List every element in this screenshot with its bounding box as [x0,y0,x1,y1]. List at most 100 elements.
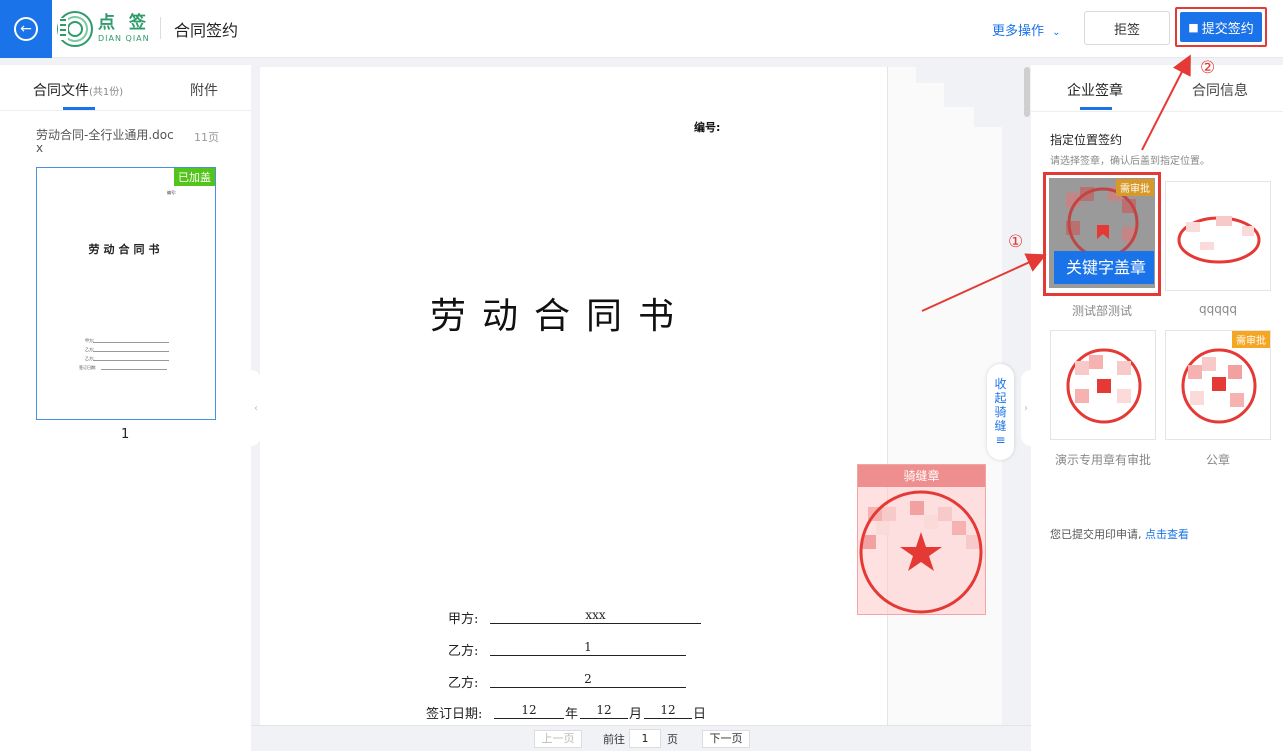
document-title: 劳动合同书 [429,296,690,337]
page-number-input[interactable]: 1 [629,729,661,748]
submit-highlight-box: ■ 提交签约 [1175,7,1267,47]
seal-name: 测试部测试 [1071,304,1132,318]
more-operations-dropdown[interactable]: 更多操作 ⌄ [992,20,1061,39]
needs-approval-badge: 需审批 [1116,179,1154,196]
seal-card-official[interactable]: 需审批 [1165,330,1271,440]
tab-divider [1031,111,1283,112]
seal-name: 演示专用章有审批 [1054,453,1151,467]
view-application-link[interactable]: 点击查看 [1145,528,1189,541]
selected-seal-highlight: 需审批 关键字盖章 [1043,172,1161,296]
document-number-label: 编号: [694,121,721,134]
riding-seal[interactable]: 骑缝章 [857,464,986,615]
tab-contract-info[interactable]: 合同信息 [1192,80,1248,100]
party-b-value: 1 [490,640,686,656]
collapse-riding-seal-button[interactable]: 收起骑缝 ≡ [987,364,1014,460]
sign-date-month: 12 [580,703,628,719]
active-tab-indicator [63,107,95,110]
menu-lines-icon: ≡ [995,433,1006,447]
header-divider [160,17,161,39]
sign-date-day: 12 [644,703,692,719]
day-char: 日 [693,707,707,722]
left-tabs: 合同文件(共1份) 附件 [0,65,251,111]
stamped-badge: 已加盖 [174,168,215,186]
logo: 点 签 DIAN QIAN [56,10,150,48]
page-stack-edge [914,83,944,725]
right-panel: 企业签章 合同信息 指定位置签约 请选择签章，确认后盖到指定位置。 需审批 关键… [1031,65,1283,751]
page-title: 合同签约 [174,21,239,40]
seal-card-demo[interactable] [1050,330,1156,440]
thumbnail-title: 劳动合同书 [88,243,164,256]
top-header: ← 点 签 DIAN QIAN 合同签约 更多操作 ⌄ 拒签 ■ 提交签约 [0,0,1283,58]
thumbnail-line [93,360,169,361]
page-stack-edge [942,107,974,725]
logo-text-en: DIAN QIAN [98,34,150,43]
party-a-value: xxx [490,608,701,624]
month-char: 月 [629,707,643,722]
thumbnail-label: 签订日期: [79,365,97,370]
submit-sign-label: 提交签约 [1201,21,1254,37]
logo-icon [57,11,93,47]
tab-attachments[interactable]: 附件 [190,80,218,100]
seal-card-test[interactable]: 需审批 关键字盖章 [1049,178,1155,288]
seal-thumbnail-icon [1066,348,1142,424]
year-char: 年 [565,707,579,722]
application-notice: 您已提交用印申请, 点击查看 [1050,526,1189,542]
thumbnail-line [93,342,169,343]
tab-contract-files[interactable]: 合同文件(共1份) [33,80,123,100]
back-button[interactable]: ← [0,0,52,58]
section-title: 指定位置签约 [1050,133,1123,147]
page-unit-label: 页 [667,733,678,746]
collapse-riding-seal-label: 收起骑缝 [994,377,1007,433]
chevron-right-icon: › [1024,402,1028,414]
reject-button[interactable]: 拒签 [1084,11,1170,45]
tab-enterprise-seal[interactable]: 企业签章 [1067,80,1123,100]
prev-page-button[interactable]: 上一页 [534,730,582,748]
party-b-label: 乙方: [448,644,479,659]
arrow-left-icon: ← [14,17,38,41]
pagination-bar: 上一页 前往 1 页 下一页 [251,725,1031,751]
seal-name: qqqqq [1198,302,1238,316]
section-hint: 请选择签章，确认后盖到指定位置。 [1050,156,1210,167]
active-tab-indicator [1080,107,1112,110]
tab-contract-files-count: (共1份) [89,87,124,98]
party-b2-label: 乙方: [448,676,479,691]
thumbnail-page-number: 1 [121,427,130,442]
sign-date-year: 12 [494,703,564,719]
party-a-label: 甲方: [448,612,479,627]
thumbnail-label: 乙方: [85,347,95,352]
next-page-button[interactable]: 下一页 [702,730,750,748]
tab-contract-files-label: 合同文件 [33,83,89,99]
seal-name: 公章 [1205,453,1230,467]
seal-card-qqqqq[interactable] [1165,181,1271,291]
more-operations-label: 更多操作 [992,24,1045,39]
annotation-two: ② [1200,58,1216,78]
document-viewer: 编号: 劳动合同书 甲方: xxx 乙方: 1 乙方: 2 签订日期: 12 年… [260,67,1030,725]
annotation-one: ① [1008,232,1024,252]
needs-approval-badge: 需审批 [1232,331,1270,348]
thumbnail-number-label: 编号: [167,190,177,195]
riding-seal-title: 骑缝章 [858,465,985,487]
file-page-count: 11页 [194,131,219,144]
thumbnail-label: 甲方: [85,338,95,343]
seal-thumbnail-icon [1177,216,1261,264]
thumbnail-line [101,369,167,370]
goto-label: 前往 [603,733,625,746]
riding-seal-stamp-icon [859,490,983,614]
file-name[interactable]: 劳动合同-全行业通用.docx [36,129,176,155]
user-icon: ■ [1188,20,1199,34]
submit-sign-button[interactable]: ■ 提交签约 [1180,12,1262,42]
document-page: 编号: 劳动合同书 甲方: xxx 乙方: 1 乙方: 2 签订日期: 12 年… [260,67,887,725]
logo-text-cn: 点 签 [98,13,150,33]
keyword-stamp-button[interactable]: 关键字盖章 [1054,251,1154,284]
sign-date-label: 签订日期: [426,707,483,722]
thumbnail-line [93,351,169,352]
collapse-right-panel-handle[interactable]: › [1021,370,1031,446]
chevron-down-icon: ⌄ [1052,27,1061,38]
thumbnail-label: 乙方: [85,356,95,361]
left-panel: 合同文件(共1份) 附件 劳动合同-全行业通用.docx 11页 已加盖 编号:… [0,65,251,751]
page-stack-edge [887,67,916,725]
vertical-scrollbar[interactable] [1024,67,1030,117]
page-thumbnail[interactable]: 已加盖 编号: 劳动合同书 甲方: 乙方: 乙方: 签订日期: [36,167,216,420]
party-b2-value: 2 [490,672,686,688]
chevron-left-icon: ‹ [254,402,258,414]
